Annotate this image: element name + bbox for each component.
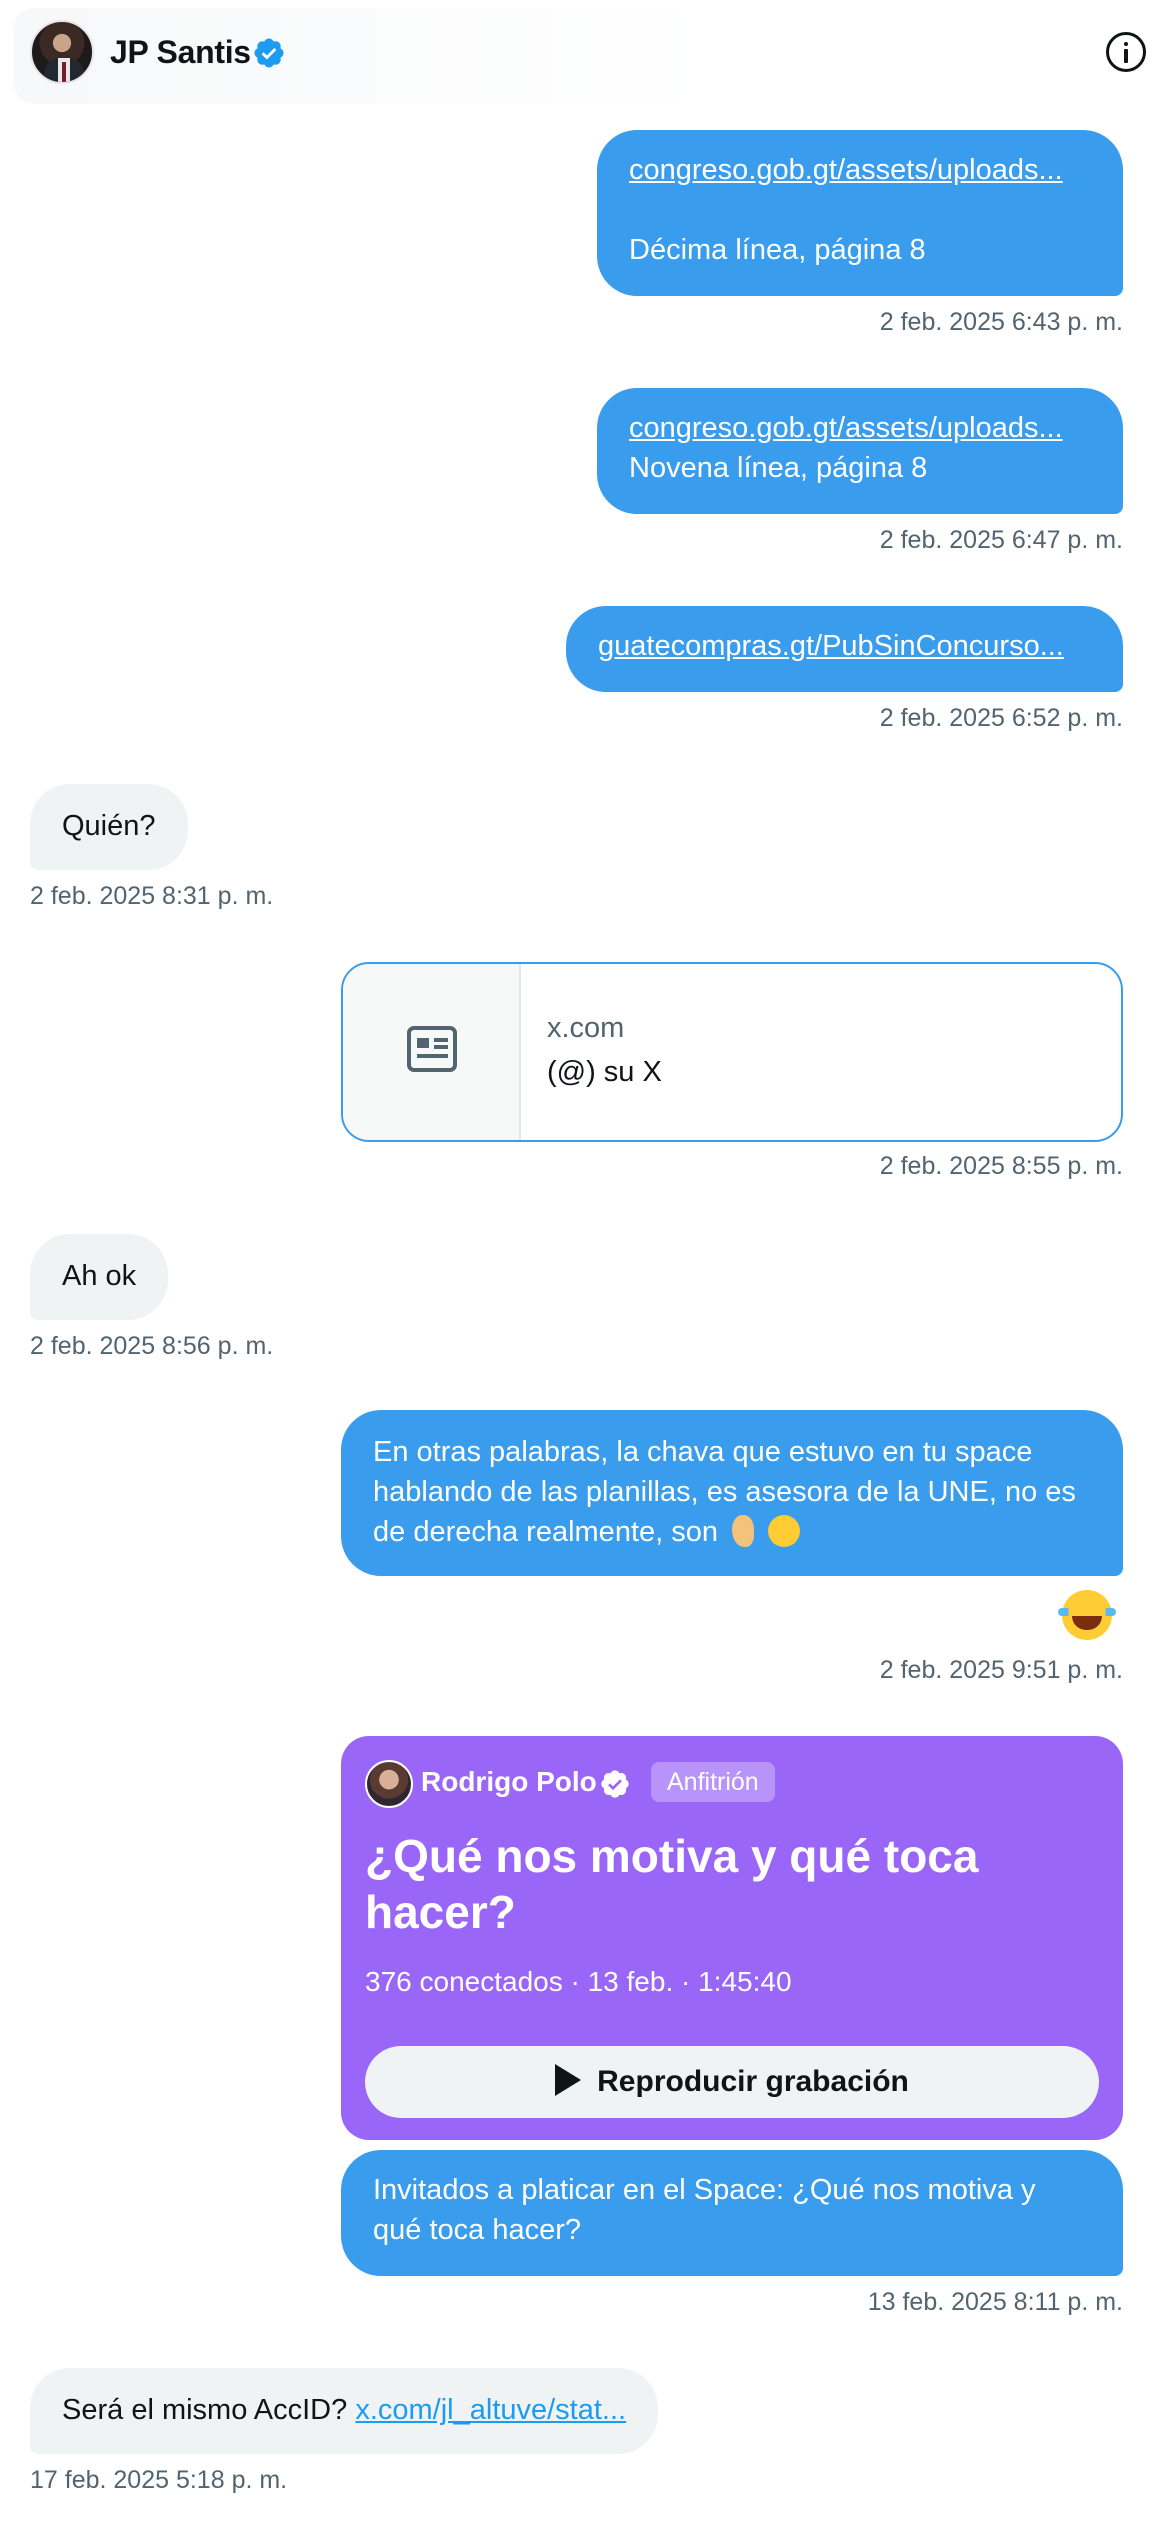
message-timestamp: 2 feb. 2025 6:43 p. m.	[879, 308, 1123, 336]
message-bubble-incoming[interactable]: Será el mismo AccID? x.com/jl_altuve/sta…	[30, 2368, 659, 2454]
ear-emoji-icon	[732, 1515, 755, 1547]
message-timestamp: 2 feb. 2025 8:56 p. m.	[30, 1332, 274, 1360]
message-bubble-incoming[interactable]: Quién?	[30, 784, 188, 870]
message-timestamp: 2 feb. 2025 6:47 p. m.	[879, 526, 1123, 554]
message-bubble-outgoing[interactable]: En otras palabras, la chava que estuvo e…	[341, 1410, 1123, 1576]
message-timestamp: 2 feb. 2025 9:51 p. m.	[879, 1656, 1123, 1684]
message-link[interactable]: congreso.gob.gt/assets/uploads...	[629, 154, 1063, 186]
space-meta: 376 conectados · 13 feb. · 1:45:40	[365, 1966, 792, 1997]
space-host-name: Rodrigo Polo	[421, 1766, 597, 1797]
message-link[interactable]: x.com/jl_altuve/stat...	[355, 2394, 626, 2426]
message-timestamp: 2 feb. 2025 8:31 p. m.	[30, 882, 274, 910]
card-title: (@) su X	[547, 1056, 662, 1088]
link-preview-card[interactable]: x.com (@) su X	[341, 962, 1123, 1142]
message-text: En otras palabras, la chava que estuvo e…	[373, 1436, 1076, 1548]
contact-name[interactable]: JP Santis	[110, 34, 251, 71]
play-icon	[555, 2064, 582, 2096]
space-title: ¿Qué nos motiva y qué toca hacer?	[365, 1830, 979, 1938]
message-timestamp: 17 feb. 2025 5:18 p. m.	[30, 2466, 288, 2494]
message-timestamp: 2 feb. 2025 8:55 p. m.	[879, 1152, 1123, 1180]
message-timestamp: 2 feb. 2025 6:52 p. m.	[879, 704, 1123, 732]
verified-badge-icon	[254, 38, 284, 68]
message-bubble-incoming[interactable]: Ah ok	[30, 1234, 169, 1320]
baby-face-emoji-icon	[768, 1515, 801, 1547]
avatar[interactable]	[30, 20, 94, 84]
info-icon[interactable]	[1106, 32, 1146, 72]
message-bubble-outgoing[interactable]: congreso.gob.gt/assets/uploads... Novena…	[597, 388, 1123, 514]
message-text: Invitados a platicar en el Space: ¿Qué n…	[373, 2174, 1036, 2246]
card-thumbnail	[343, 964, 521, 1140]
message-timestamp: 13 feb. 2025 8:11 p. m.	[867, 2288, 1123, 2316]
message-link[interactable]: guatecompras.gt/PubSinConcurso...	[598, 630, 1064, 662]
message-bubble-outgoing[interactable]: Invitados a platicar en el Space: ¿Qué n…	[341, 2150, 1123, 2276]
tears-of-joy-emoji-icon	[1058, 1590, 1116, 1640]
message-text: Será el mismo AccID?	[62, 2394, 348, 2426]
play-recording-button[interactable]: Reproducir grabación	[365, 2046, 1099, 2118]
card-domain: x.com	[547, 1012, 625, 1044]
message-text: Quién?	[62, 810, 156, 842]
verified-badge-icon	[601, 1770, 629, 1798]
avatar	[365, 1760, 413, 1808]
conversation-header: JP Santis	[0, 0, 1165, 108]
message-link[interactable]: congreso.gob.gt/assets/uploads...	[629, 412, 1063, 444]
message-bubble-outgoing[interactable]: guatecompras.gt/PubSinConcurso...	[566, 606, 1123, 692]
message-text: Décima línea, página 8	[629, 234, 926, 266]
host-badge: Anfitrión	[651, 1762, 775, 1802]
message-bubble-outgoing[interactable]: congreso.gob.gt/assets/uploads... Décima…	[597, 130, 1123, 296]
message-text: Novena línea, página 8	[629, 452, 928, 484]
message-text: Ah ok	[62, 1260, 137, 1292]
space-card[interactable]: Rodrigo Polo Anfitrión ¿Qué nos motiva y…	[341, 1736, 1123, 2140]
article-icon	[407, 1026, 457, 1072]
play-recording-label: Reproducir grabación	[597, 2065, 909, 2098]
